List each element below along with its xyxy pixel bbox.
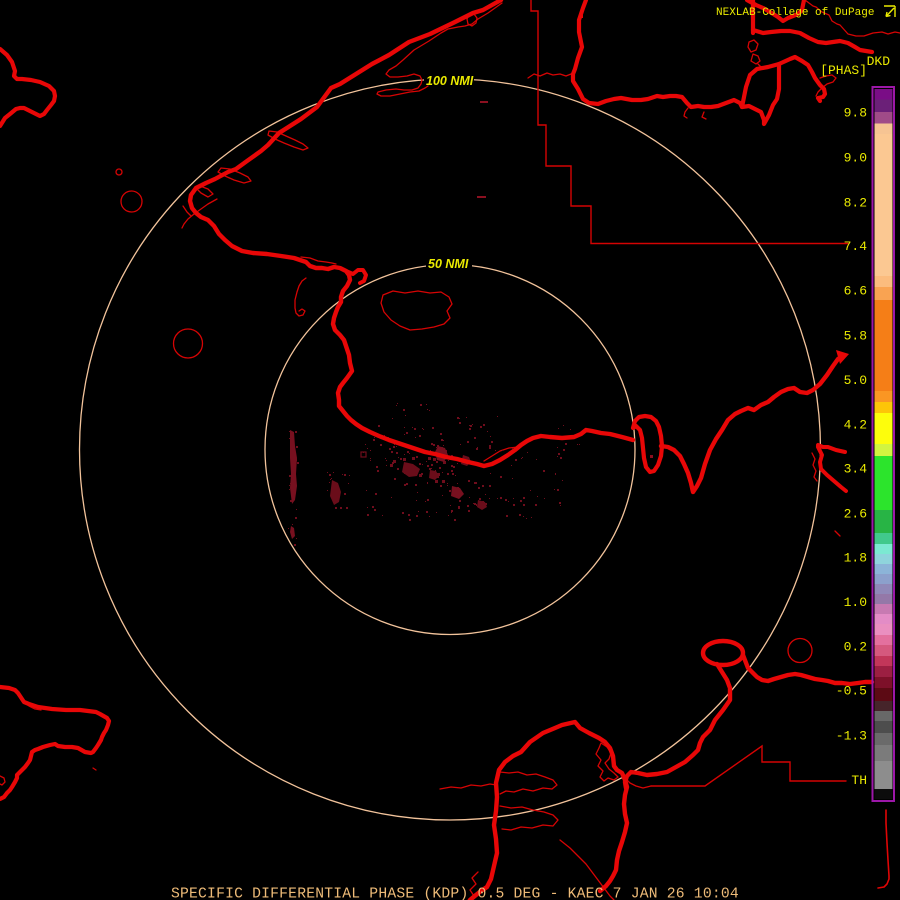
svg-text:8.2: 8.2 bbox=[844, 196, 867, 211]
svg-text:SPECIFIC DIFFERENTIAL PHASE (K: SPECIFIC DIFFERENTIAL PHASE (KDP) 0.5 DE… bbox=[171, 887, 739, 900]
svg-text:9.8: 9.8 bbox=[844, 106, 867, 121]
svg-text:TH: TH bbox=[851, 773, 867, 788]
svg-text:[PHAS]: [PHAS] bbox=[820, 63, 867, 78]
svg-text:1.8: 1.8 bbox=[844, 551, 867, 566]
svg-text:3.4: 3.4 bbox=[844, 462, 868, 477]
svg-text:9.0: 9.0 bbox=[844, 151, 867, 166]
svg-text:DKD: DKD bbox=[867, 54, 891, 69]
svg-text:4.2: 4.2 bbox=[844, 418, 867, 433]
svg-text:NEXLAB-College of DuPage: NEXLAB-College of DuPage bbox=[716, 7, 874, 19]
svg-text:5.8: 5.8 bbox=[844, 329, 867, 344]
svg-text:2.6: 2.6 bbox=[844, 507, 867, 522]
svg-text:-1.3: -1.3 bbox=[836, 729, 867, 744]
svg-text:100 NMI: 100 NMI bbox=[426, 74, 474, 88]
svg-text:1.0: 1.0 bbox=[844, 595, 867, 610]
svg-text:5.0: 5.0 bbox=[844, 373, 867, 388]
svg-text:-0.5: -0.5 bbox=[836, 684, 867, 699]
svg-text:6.6: 6.6 bbox=[844, 284, 867, 299]
svg-text:50 NMI: 50 NMI bbox=[428, 257, 469, 271]
svg-text:7.4: 7.4 bbox=[844, 239, 868, 254]
svg-text:0.2: 0.2 bbox=[844, 640, 867, 655]
